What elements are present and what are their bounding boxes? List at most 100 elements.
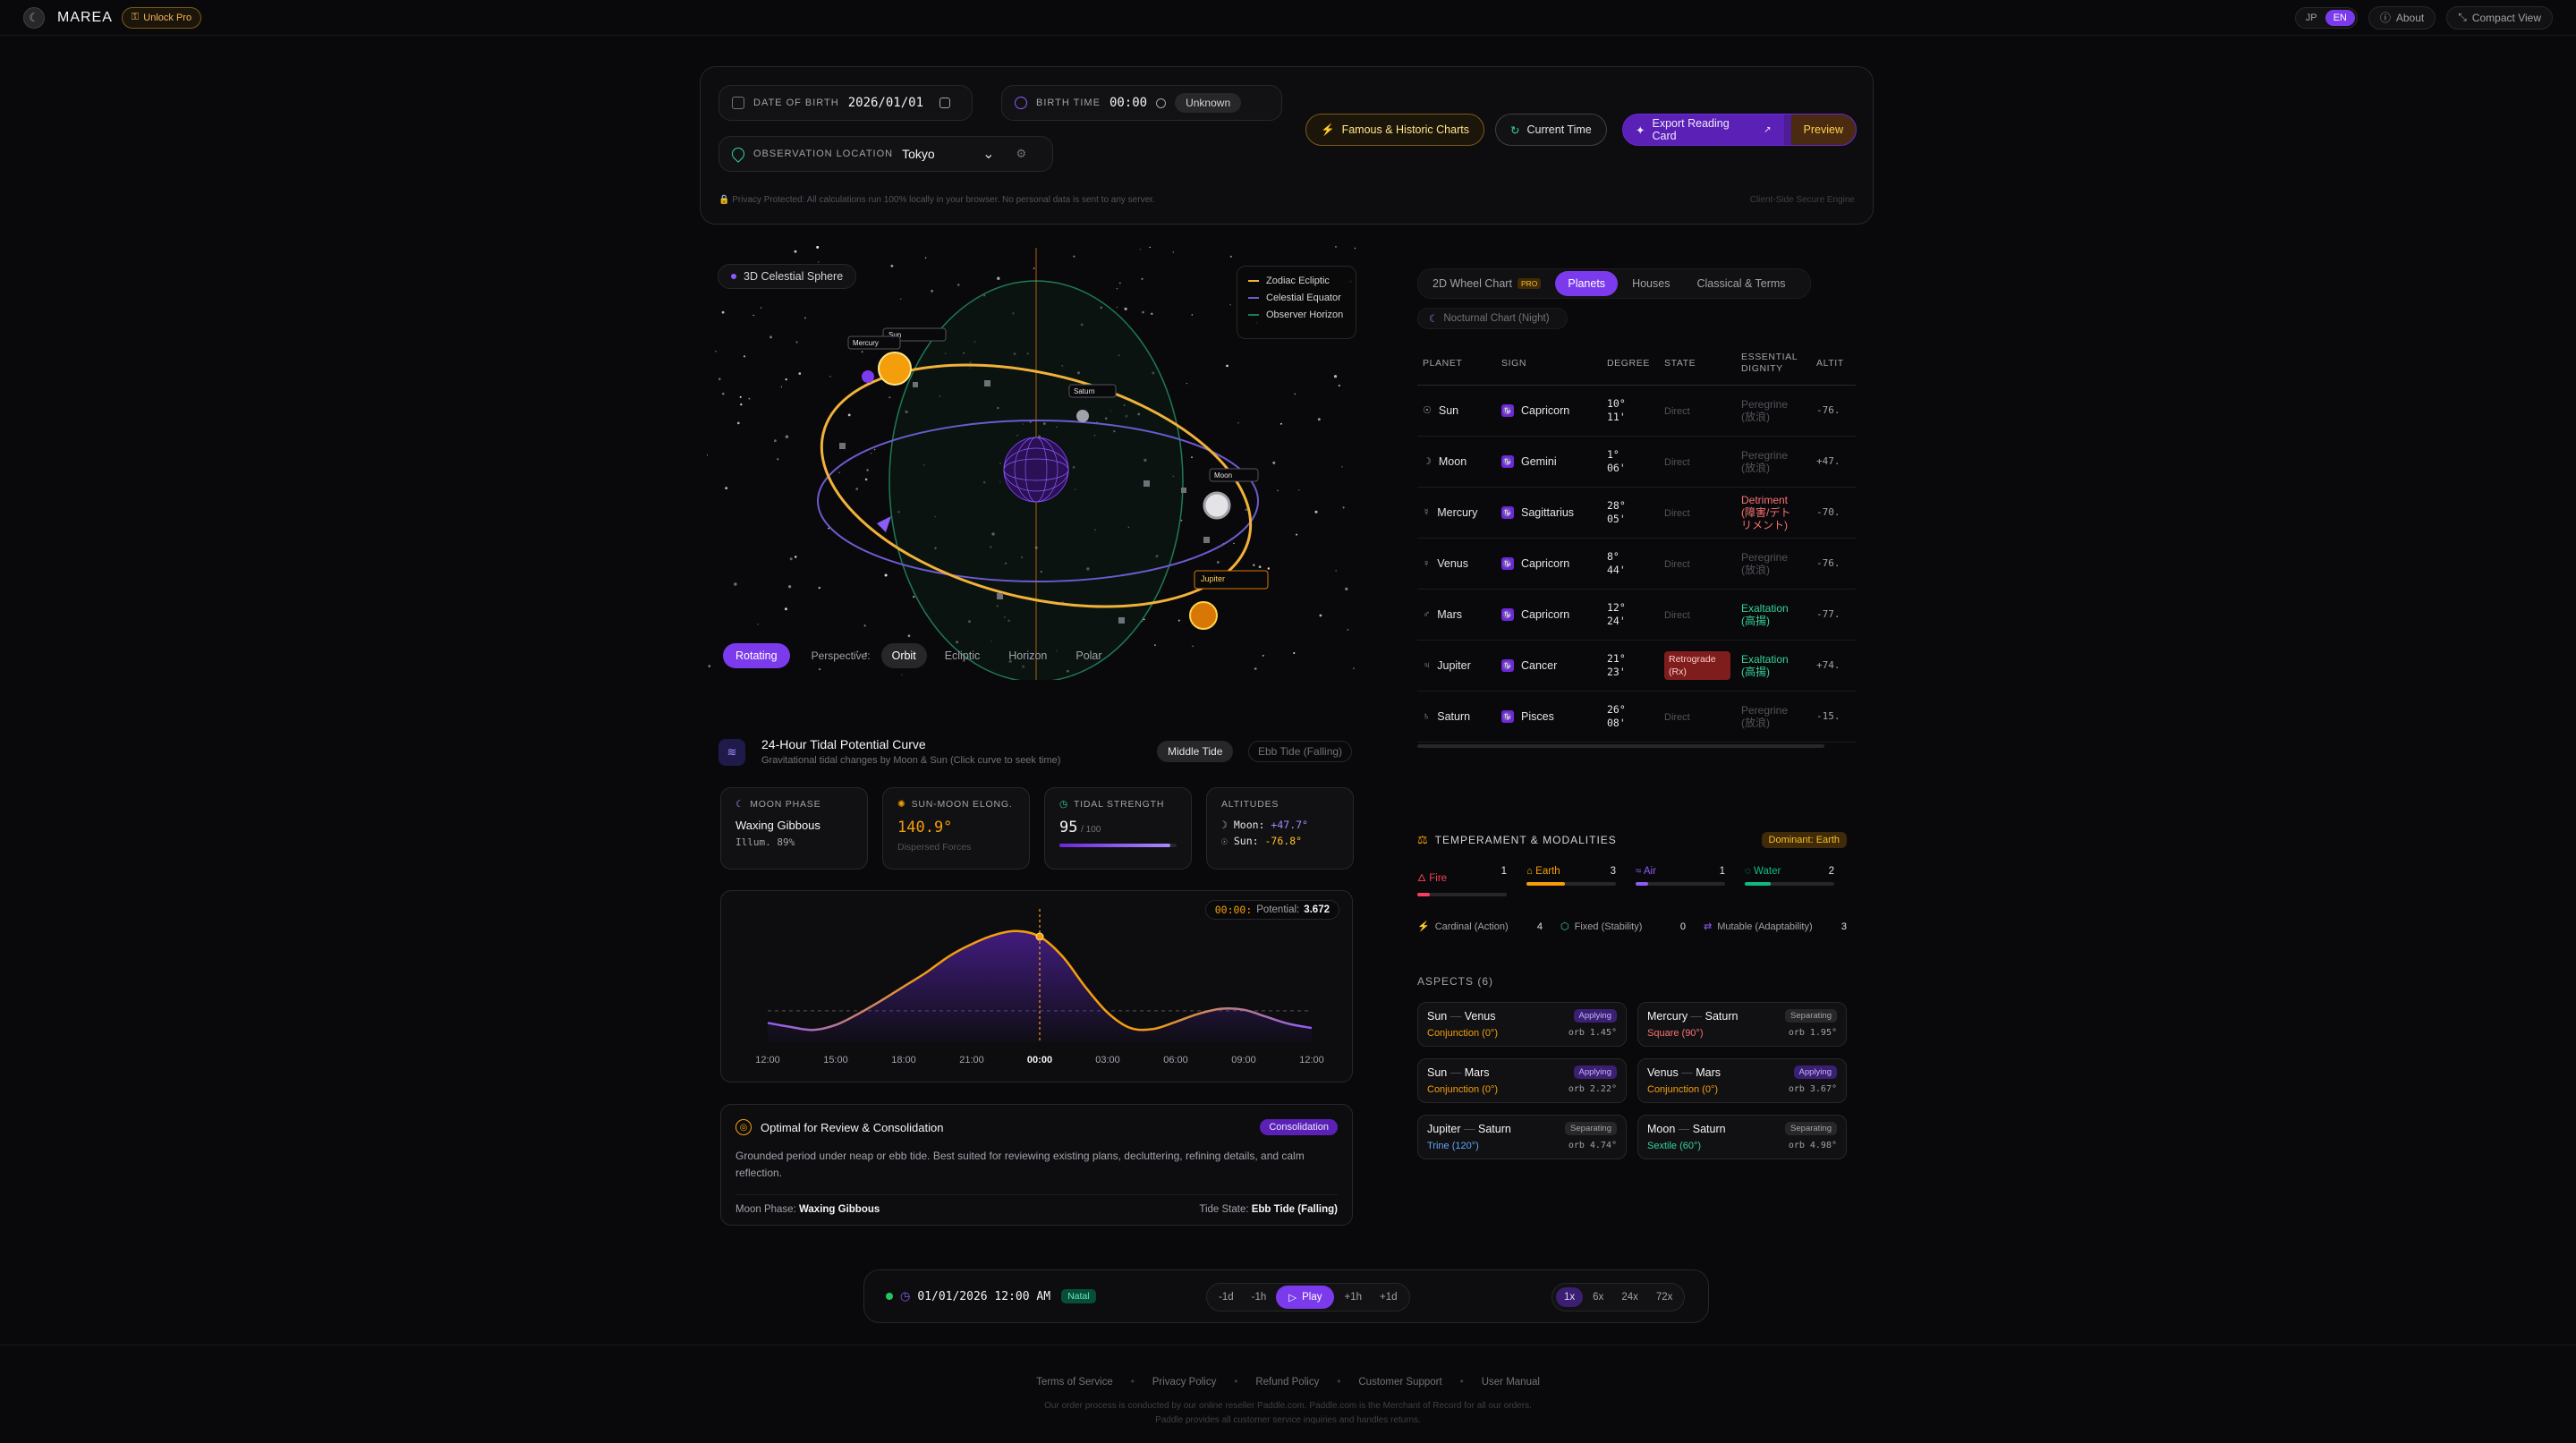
settings-sliders-icon[interactable]: ⚙ bbox=[1016, 147, 1027, 161]
tab-classical-terms[interactable]: Classical & Terms bbox=[1684, 271, 1798, 296]
planet-dignity: Detriment (障害/デトリメント) bbox=[1741, 493, 1791, 531]
speed-6x-button[interactable]: 6x bbox=[1585, 1286, 1611, 1309]
aspect-status-badge: Separating bbox=[1785, 1122, 1837, 1135]
current-time-marker[interactable] bbox=[1035, 932, 1044, 941]
planet-row-mercury[interactable]: ☿ Mercury ♑ Sagittarius 28° 05' Direct Detr… bbox=[1417, 487, 1856, 539]
planet-row-sun[interactable]: ☉ Sun ♑ Capricorn 10° 11' Direct Peregrine … bbox=[1417, 385, 1856, 437]
star bbox=[864, 478, 868, 481]
unknown-time-toggle[interactable]: Unknown bbox=[1175, 93, 1242, 113]
privacy-link[interactable]: Privacy Policy bbox=[1152, 1377, 1217, 1388]
speed-24x-button[interactable]: 24x bbox=[1613, 1286, 1646, 1309]
star bbox=[1296, 533, 1298, 536]
aspect-card[interactable]: Moon — Saturn Separating Sextile (60°) orb … bbox=[1637, 1115, 1847, 1159]
export-reading-card-button[interactable]: ✦ Export Reading Card ↗ bbox=[1623, 115, 1784, 145]
planet-row-moon[interactable]: ☽ Moon ♑ Gemini 1° 06' Direct Peregrine (放浪… bbox=[1417, 436, 1856, 488]
aspect-card[interactable]: Sun — Mars Applying Conjunction (0°) orb 2.… bbox=[1417, 1058, 1627, 1103]
strength-bar-fill bbox=[1059, 844, 1171, 847]
col-altitude[interactable]: ALTIT bbox=[1811, 342, 1856, 386]
saturn-marker[interactable] bbox=[1076, 410, 1089, 422]
view-orbit-button[interactable]: Orbit bbox=[880, 643, 927, 668]
speed-72x-button[interactable]: 72x bbox=[1648, 1286, 1681, 1309]
zodiac-sign-icon: ♑ bbox=[1501, 455, 1514, 469]
jupiter-marker[interactable] bbox=[1189, 601, 1218, 630]
minus-1-day-button[interactable]: -1d bbox=[1211, 1286, 1242, 1309]
current-datetime[interactable]: 01/01/2026 12:00 AM bbox=[917, 1290, 1050, 1303]
location-value[interactable]: Tokyo bbox=[902, 147, 965, 161]
logo-icon[interactable]: ☾ bbox=[23, 6, 45, 29]
planet-row-jupiter[interactable]: ♃ Jupiter ♑ Cancer 21° 23' Retrograde (Rx) … bbox=[1417, 640, 1856, 692]
view-horizon-button[interactable]: Horizon bbox=[998, 643, 1058, 668]
planet-row-saturn[interactable]: ♄ Saturn ♑ Pisces 26° 08' Direct Peregrine … bbox=[1417, 691, 1856, 743]
date-of-birth-field[interactable]: DATE OF BIRTH 2026/01/01 bbox=[718, 85, 973, 121]
aspect-card[interactable]: Sun — Venus Applying Conjunction (0°) orb 1… bbox=[1417, 1002, 1627, 1047]
aspect-type: Square (90°) bbox=[1647, 1028, 1704, 1039]
minus-1-hour-button[interactable]: -1h bbox=[1244, 1286, 1275, 1309]
planet-row-venus[interactable]: ♀ Venus ♑ Capricorn 8° 44' Direct Peregrine… bbox=[1417, 538, 1856, 590]
aspect-card[interactable]: Venus — Mars Applying Conjunction (0°) orb … bbox=[1637, 1058, 1847, 1103]
star bbox=[1154, 644, 1156, 646]
about-button[interactable]: ⓘ About bbox=[2368, 5, 2436, 30]
mercury-marker[interactable] bbox=[862, 370, 874, 383]
lang-en-button[interactable]: EN bbox=[2325, 9, 2355, 26]
terms-link[interactable]: Terms of Service bbox=[1036, 1377, 1113, 1388]
birth-time-field[interactable]: BIRTH TIME 00:00 Unknown bbox=[1001, 85, 1282, 121]
tab-houses[interactable]: Houses bbox=[1620, 271, 1682, 296]
tab-2d-wheel[interactable]: 2D Wheel Chart PRO bbox=[1420, 271, 1553, 296]
col-state[interactable]: STATE bbox=[1659, 342, 1736, 386]
tidal-curve-chart[interactable]: 00:00: Potential: 3.672 12:00 15:00 18:00 2… bbox=[720, 890, 1353, 1082]
star bbox=[1192, 645, 1194, 647]
unlock-pro-button[interactable]: ⚿ Unlock Pro bbox=[121, 6, 202, 29]
planet-glyph-icon: ♀ bbox=[1423, 558, 1431, 569]
time-picker-icon[interactable] bbox=[1156, 98, 1167, 108]
rotating-toggle[interactable]: Rotating bbox=[723, 643, 790, 668]
speed-1x-button[interactable]: 1x bbox=[1556, 1287, 1584, 1307]
tide-curve-svg[interactable]: 12:00 15:00 18:00 21:00 00:00 03:00 06:00 09:00… bbox=[721, 891, 1354, 1083]
view-ecliptic-button[interactable]: Ecliptic bbox=[934, 643, 991, 668]
aspect-card[interactable]: Jupiter — Saturn Separating Trine (120°) or… bbox=[1417, 1115, 1627, 1159]
preview-button[interactable]: Preview bbox=[1790, 115, 1856, 145]
dob-value[interactable]: 2026/01/01 bbox=[848, 96, 923, 110]
element-bar-fill bbox=[1526, 882, 1565, 886]
plus-1-hour-button[interactable]: +1h bbox=[1336, 1286, 1370, 1309]
legend-item-equator: Celestial Equator bbox=[1248, 293, 1345, 303]
manual-link[interactable]: User Manual bbox=[1482, 1377, 1540, 1388]
celestial-sphere-view[interactable]: Sun Mercury Saturn Moon Jupiter 3D Celes… bbox=[707, 246, 1378, 680]
lang-jp-button[interactable]: JP bbox=[2298, 10, 2325, 26]
observation-location-field[interactable]: OBSERVATION LOCATION Tokyo ⌄ ⚙ bbox=[718, 136, 1053, 172]
aspect-planet-2: Mars bbox=[1464, 1065, 1490, 1079]
sun-marker[interactable] bbox=[878, 352, 912, 386]
planet-minutes: 08' bbox=[1607, 716, 1626, 729]
birth-time-value[interactable]: 00:00 bbox=[1109, 96, 1147, 110]
view-polar-button[interactable]: Polar bbox=[1065, 643, 1112, 668]
star bbox=[774, 439, 777, 443]
col-degree[interactable]: DEGREE bbox=[1602, 342, 1659, 386]
support-link[interactable]: Customer Support bbox=[1358, 1377, 1441, 1388]
current-time-button[interactable]: ↻ Current Time bbox=[1495, 114, 1607, 146]
sphere-label-moon: Moon bbox=[1214, 471, 1232, 480]
compact-view-button[interactable]: ⤡ Compact View bbox=[2446, 5, 2553, 30]
star bbox=[1186, 383, 1187, 385]
star bbox=[873, 448, 876, 451]
col-sign[interactable]: SIGN bbox=[1496, 342, 1602, 386]
planet-altitude: -77. bbox=[1811, 589, 1856, 641]
refund-link[interactable]: Refund Policy bbox=[1255, 1377, 1319, 1388]
planet-name: Moon bbox=[1438, 454, 1467, 468]
star bbox=[1118, 282, 1121, 284]
venus-marker[interactable] bbox=[877, 516, 891, 532]
tab-planets[interactable]: Planets bbox=[1555, 271, 1619, 296]
moon-marker[interactable] bbox=[1203, 491, 1231, 520]
current-time-label: Current Time bbox=[1526, 123, 1592, 136]
play-button[interactable]: ▷ Play bbox=[1276, 1286, 1335, 1309]
planet-row-mars[interactable]: ♂ Mars ♑ Capricorn 12° 24' Direct Exaltatio… bbox=[1417, 589, 1856, 641]
chevron-down-icon[interactable]: ⌄ bbox=[982, 145, 994, 163]
aspect-card[interactable]: Mercury — Saturn Separating Square (90°) or… bbox=[1637, 1002, 1847, 1047]
col-dignity[interactable]: ESSENTIAL DIGNITY bbox=[1736, 342, 1811, 386]
x-tick-label: 00:00 bbox=[1027, 1055, 1052, 1065]
date-picker-icon[interactable] bbox=[939, 98, 951, 108]
col-planet[interactable]: PLANET bbox=[1417, 342, 1496, 386]
plus-1-day-button[interactable]: +1d bbox=[1372, 1286, 1406, 1309]
planet-minutes: 24' bbox=[1607, 614, 1626, 627]
wave-icon: ≋ bbox=[718, 739, 745, 766]
table-scrollbar[interactable] bbox=[1417, 743, 1824, 748]
famous-charts-button[interactable]: ⚡ Famous & Historic Charts bbox=[1305, 114, 1484, 146]
